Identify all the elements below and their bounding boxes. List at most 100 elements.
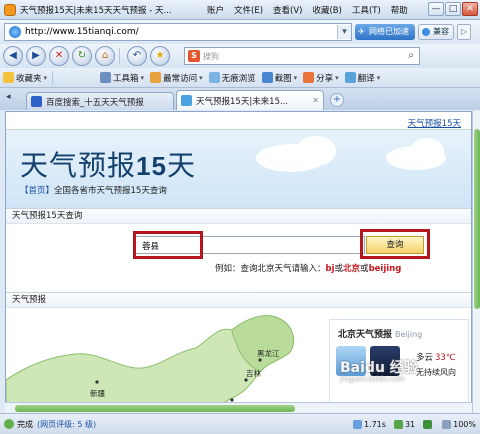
private-browsing-button[interactable]: 无痕浏览 — [206, 72, 259, 84]
condition-text: 多云 — [416, 353, 434, 363]
dropdown-arrow-icon[interactable]: ▾ — [337, 25, 351, 39]
tab-close-icon[interactable]: ✕ — [312, 96, 319, 105]
site-title-text: 天气预报 — [20, 149, 137, 182]
favorites-button[interactable]: 收藏夹 ▾ — [0, 72, 50, 84]
menu-file[interactable]: 文件(E) — [229, 4, 268, 16]
network-accelerate-button[interactable]: 网络已加速 — [355, 24, 415, 40]
wind-info: 无持续风向 — [416, 368, 456, 377]
cloud-decoration — [410, 138, 444, 164]
example-or: 或 — [334, 264, 344, 274]
status-done: 完成 — [17, 419, 33, 429]
zoom-control[interactable]: 100% — [442, 419, 476, 429]
temperature: 33℃ — [435, 353, 456, 363]
back-icon[interactable]: ◀ — [3, 46, 23, 66]
weather-condition: 多云 33℃ — [416, 351, 455, 363]
search-input[interactable]: 搜狗 — [203, 51, 403, 62]
tab-label: 天气预报15天|未来15... — [196, 96, 289, 107]
site-header: 天气预报15天 【首页】全国各省市天气预报15天查询 — [6, 130, 471, 208]
frequent-icon — [150, 72, 162, 83]
address-bar[interactable]: http://www.15tianqi.com/ ▾ — [4, 23, 352, 41]
section-title-query: 天气预报15天查询 — [6, 208, 471, 224]
scissors-icon — [261, 72, 273, 83]
map-label-xinjiang[interactable]: 新疆 — [90, 388, 105, 399]
horizontal-scroll-thumb[interactable] — [15, 405, 295, 412]
menu-tools[interactable]: 工具(T) — [347, 4, 386, 16]
globe-icon — [9, 26, 21, 38]
address-url[interactable]: http://www.15tianqi.com/ — [25, 27, 337, 37]
china-map-svg — [6, 315, 294, 412]
load-time: 1.71s — [352, 419, 386, 429]
highlight-box-button — [360, 229, 430, 259]
page-loaded-icon — [4, 419, 14, 429]
zoom-icon — [442, 419, 452, 429]
section-title-weather: 天气预报 — [6, 292, 471, 308]
example-hint: 例如：查询北京天气请输入：bj或北京或beijing — [215, 262, 401, 274]
toolbox-button[interactable]: 工具箱 ▾ — [97, 72, 147, 84]
close-button[interactable]: ✕ — [462, 2, 478, 16]
menu-view[interactable]: 查看(V) — [268, 4, 307, 16]
china-map[interactable]: 新疆 黑龙江 吉林 辽宁 — [6, 308, 326, 412]
screenshot-button[interactable]: 截图 ▾ — [259, 72, 301, 84]
search-icon[interactable]: ⌕ — [403, 48, 419, 64]
site-subtitle: 【首页】全国各省市天气预报15天查询 — [20, 184, 167, 196]
maximize-button[interactable]: □ — [445, 2, 461, 16]
horizontal-scrollbar[interactable] — [5, 402, 472, 413]
address-toolbar: http://www.15tianqi.com/ ▾ 网络已加速 兼容 ▷ — [0, 20, 480, 44]
toolbar-divider — [119, 48, 120, 64]
tab-baidu-search[interactable]: 百度搜索_十五天天气预报 — [26, 92, 174, 110]
forward-icon[interactable]: ▶ — [26, 46, 46, 66]
tab-list-icon[interactable]: ◂ — [6, 92, 20, 106]
notification-count[interactable]: 31 — [393, 419, 415, 429]
menu-account[interactable]: 账户 — [202, 4, 229, 16]
menu-bar: 账户 文件(E) 查看(V) 收藏(B) 工具(T) 帮助 — [202, 4, 413, 16]
vertical-scrollbar[interactable] — [472, 111, 480, 413]
example-prefix: 例如：查询北京天气请输入： — [215, 264, 326, 274]
toolbox-icon — [100, 72, 112, 83]
security-status[interactable] — [423, 419, 434, 429]
refresh-icon[interactable]: ↻ — [72, 46, 92, 66]
vertical-scroll-thumb[interactable] — [474, 129, 480, 309]
toolbox-label: 工具箱 — [113, 73, 139, 84]
new-tab-icon[interactable]: + — [330, 93, 344, 107]
map-label-heilongjiang[interactable]: 黑龙江 — [257, 348, 280, 359]
share-icon — [303, 72, 315, 83]
weather-card-title: 北京天气预报 Beijing — [338, 327, 422, 340]
translate-button[interactable]: 翻译 ▾ — [342, 72, 384, 84]
highlight-box-input — [133, 231, 203, 259]
undo-icon[interactable]: ↶ — [127, 46, 147, 66]
home-icon[interactable]: ⌂ — [95, 46, 115, 66]
star-icon[interactable]: ★ — [150, 46, 170, 66]
search-box[interactable]: S 搜狗 ⌕ — [184, 47, 420, 65]
minimize-button[interactable]: — — [428, 2, 444, 16]
folder-star-icon — [3, 72, 14, 83]
page-rating-link[interactable]: (网页评级: 5 级) — [37, 419, 96, 430]
weather-card-title-en: Beijing — [395, 330, 423, 339]
status-bar: 完成 (网页评级: 5 级) 1.71s 31 100% — [0, 413, 480, 434]
share-button[interactable]: 分享 ▾ — [300, 72, 342, 84]
search-engine-icon[interactable]: S — [188, 50, 200, 62]
example-keyword: 北京 — [343, 264, 361, 274]
window-title: 天气预报15天|未来15天天气预报 - 天... — [20, 5, 172, 16]
menu-favorites[interactable]: 收藏(B) — [307, 4, 346, 16]
tab-weather-15days[interactable]: 天气预报15天|未来15... ✕ — [176, 90, 324, 110]
shield-icon — [423, 419, 433, 429]
frequent-button[interactable]: 最常访问 ▾ — [147, 72, 206, 84]
window-controls: — □ ✕ — [428, 2, 478, 16]
city-dot — [95, 380, 99, 384]
stop-icon[interactable]: ✕ — [49, 46, 69, 66]
menu-help[interactable]: 帮助 — [386, 4, 413, 16]
screenshot-label: 截图 — [274, 73, 292, 84]
tab-label: 百度搜索_十五天天气预报 — [46, 97, 144, 108]
toolbar-divider — [52, 70, 54, 85]
home-link[interactable]: 【首页】 — [20, 186, 54, 196]
compat-mode-button[interactable]: 兼容 — [418, 24, 454, 40]
example-or: 或 — [360, 264, 369, 274]
watermark-brand: Baidu 经验 — [340, 360, 418, 376]
go-forward-icon[interactable]: ▷ — [457, 24, 471, 40]
top-link-weather-15days[interactable]: 天气预报15天 — [408, 117, 461, 129]
subtitle-text: 全国各省市天气预报15天查询 — [54, 186, 167, 196]
speed-icon — [352, 419, 362, 429]
navigation-toolbar: ◀ ▶ ✕ ↻ ⌂ ↶ ★ S 搜狗 ⌕ — [0, 44, 480, 68]
browser-logo-icon — [4, 3, 16, 16]
map-label-jilin[interactable]: 吉林 — [246, 368, 261, 379]
